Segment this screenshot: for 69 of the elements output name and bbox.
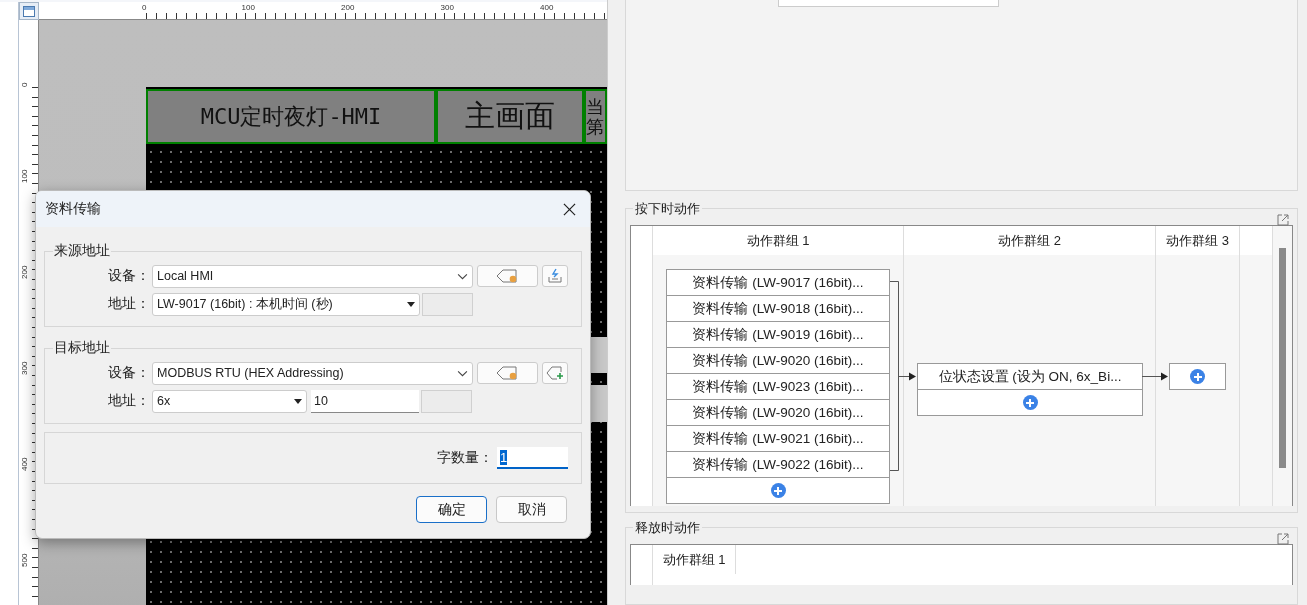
action-item[interactable]: 资料传输 (LW-9023 (16bit)... (666, 373, 890, 400)
field-label: 地址： (107, 392, 151, 410)
caret-icon (294, 398, 302, 404)
section-title: 按下时动作 (633, 200, 702, 218)
ruler-label: 400 (540, 3, 554, 12)
address-dropdown[interactable]: LW-9017 (16bit) : 本机时间 (秒) (152, 292, 420, 316)
input-field[interactable] (778, 0, 999, 7)
screen-label: 主画面 (436, 89, 584, 144)
dialog-title: 资料传输 (45, 200, 101, 218)
add-action-button[interactable] (1169, 363, 1226, 390)
field-label: 设备： (107, 267, 151, 285)
device-dropdown[interactable]: Local HMI (152, 264, 473, 288)
ruler-label: 0 (20, 82, 29, 87)
caret-icon (407, 301, 415, 307)
add-icon (1022, 395, 1038, 410)
action-item[interactable]: 资料传输 (LW-9021 (16bit)... (666, 425, 890, 452)
word-count-field[interactable]: 1 (497, 447, 568, 469)
section-title: 释放时动作 (633, 519, 702, 537)
action-item[interactable]: 资料传输 (LW-9017 (16bit)... (666, 269, 890, 296)
ruler-label: 100 (241, 3, 255, 12)
add-action-button[interactable] (917, 389, 1143, 416)
close-icon[interactable] (563, 202, 576, 216)
device-dropdown[interactable]: MODBUS RTU (HEX Addressing) (152, 361, 473, 385)
ok-button[interactable]: 确定 (416, 496, 487, 523)
tag-icon (495, 366, 520, 380)
input-field (421, 389, 472, 413)
action-item[interactable]: 资料传输 (LW-9022 (16bit)... (666, 451, 890, 478)
ruler-label: 500 (20, 553, 29, 567)
ruler-label: 300 (20, 361, 29, 375)
action-item[interactable]: 位状态设置 (设为 ON, 6x_Bi... (917, 363, 1143, 390)
action-item[interactable]: 资料传输 (LW-9018 (16bit)... (666, 295, 890, 322)
ruler-label: 0 (142, 3, 147, 12)
action-item[interactable]: 资料传输 (LW-9019 (16bit)... (666, 321, 890, 348)
ruler-label: 400 (20, 457, 29, 471)
add-action-button[interactable] (666, 477, 890, 504)
ruler-label: 100 (20, 169, 29, 183)
chevron-icon (457, 272, 468, 280)
add-tag-button[interactable] (542, 362, 568, 384)
column-header: 动作群组 1 (653, 545, 736, 574)
tag-button[interactable] (477, 265, 538, 287)
screen-label: MCU定时夜灯-HMI (146, 89, 436, 144)
tag-plus-icon (546, 366, 564, 380)
ruler-corner-icon[interactable] (19, 2, 39, 20)
action-item[interactable]: 资料传输 (LW-9020 (16bit)... (666, 347, 890, 374)
action-item[interactable]: 资料传输 (LW-9020 (16bit)... (666, 399, 890, 426)
address-field[interactable]: 10 (311, 389, 419, 413)
field-label: 地址： (107, 295, 151, 313)
import-button[interactable] (542, 265, 568, 287)
ruler-label: 300 (440, 3, 454, 12)
field-label: 设备： (107, 364, 151, 382)
arrow (1141, 372, 1168, 381)
ruler-label: 200 (341, 3, 355, 12)
field-label: 字数量： (437, 449, 493, 467)
chevron-icon (457, 369, 468, 377)
input-field (422, 292, 473, 316)
address-type-dropdown[interactable]: 6x (152, 389, 307, 413)
group-title: 目标地址 (53, 339, 111, 357)
cancel-button[interactable]: 取消 (496, 496, 567, 523)
scrollbar-thumb[interactable] (1279, 248, 1286, 468)
tray-arrow-icon (547, 268, 563, 284)
popout-icon[interactable] (1277, 533, 1289, 545)
add-icon (770, 483, 786, 498)
add-icon (1190, 369, 1205, 384)
screen-label: 当第 (584, 89, 607, 144)
popout-icon[interactable] (1277, 214, 1289, 226)
ruler-label: 200 (20, 265, 29, 279)
tag-button[interactable] (477, 362, 538, 384)
tag-icon (495, 269, 520, 283)
group-title: 来源地址 (53, 242, 111, 260)
